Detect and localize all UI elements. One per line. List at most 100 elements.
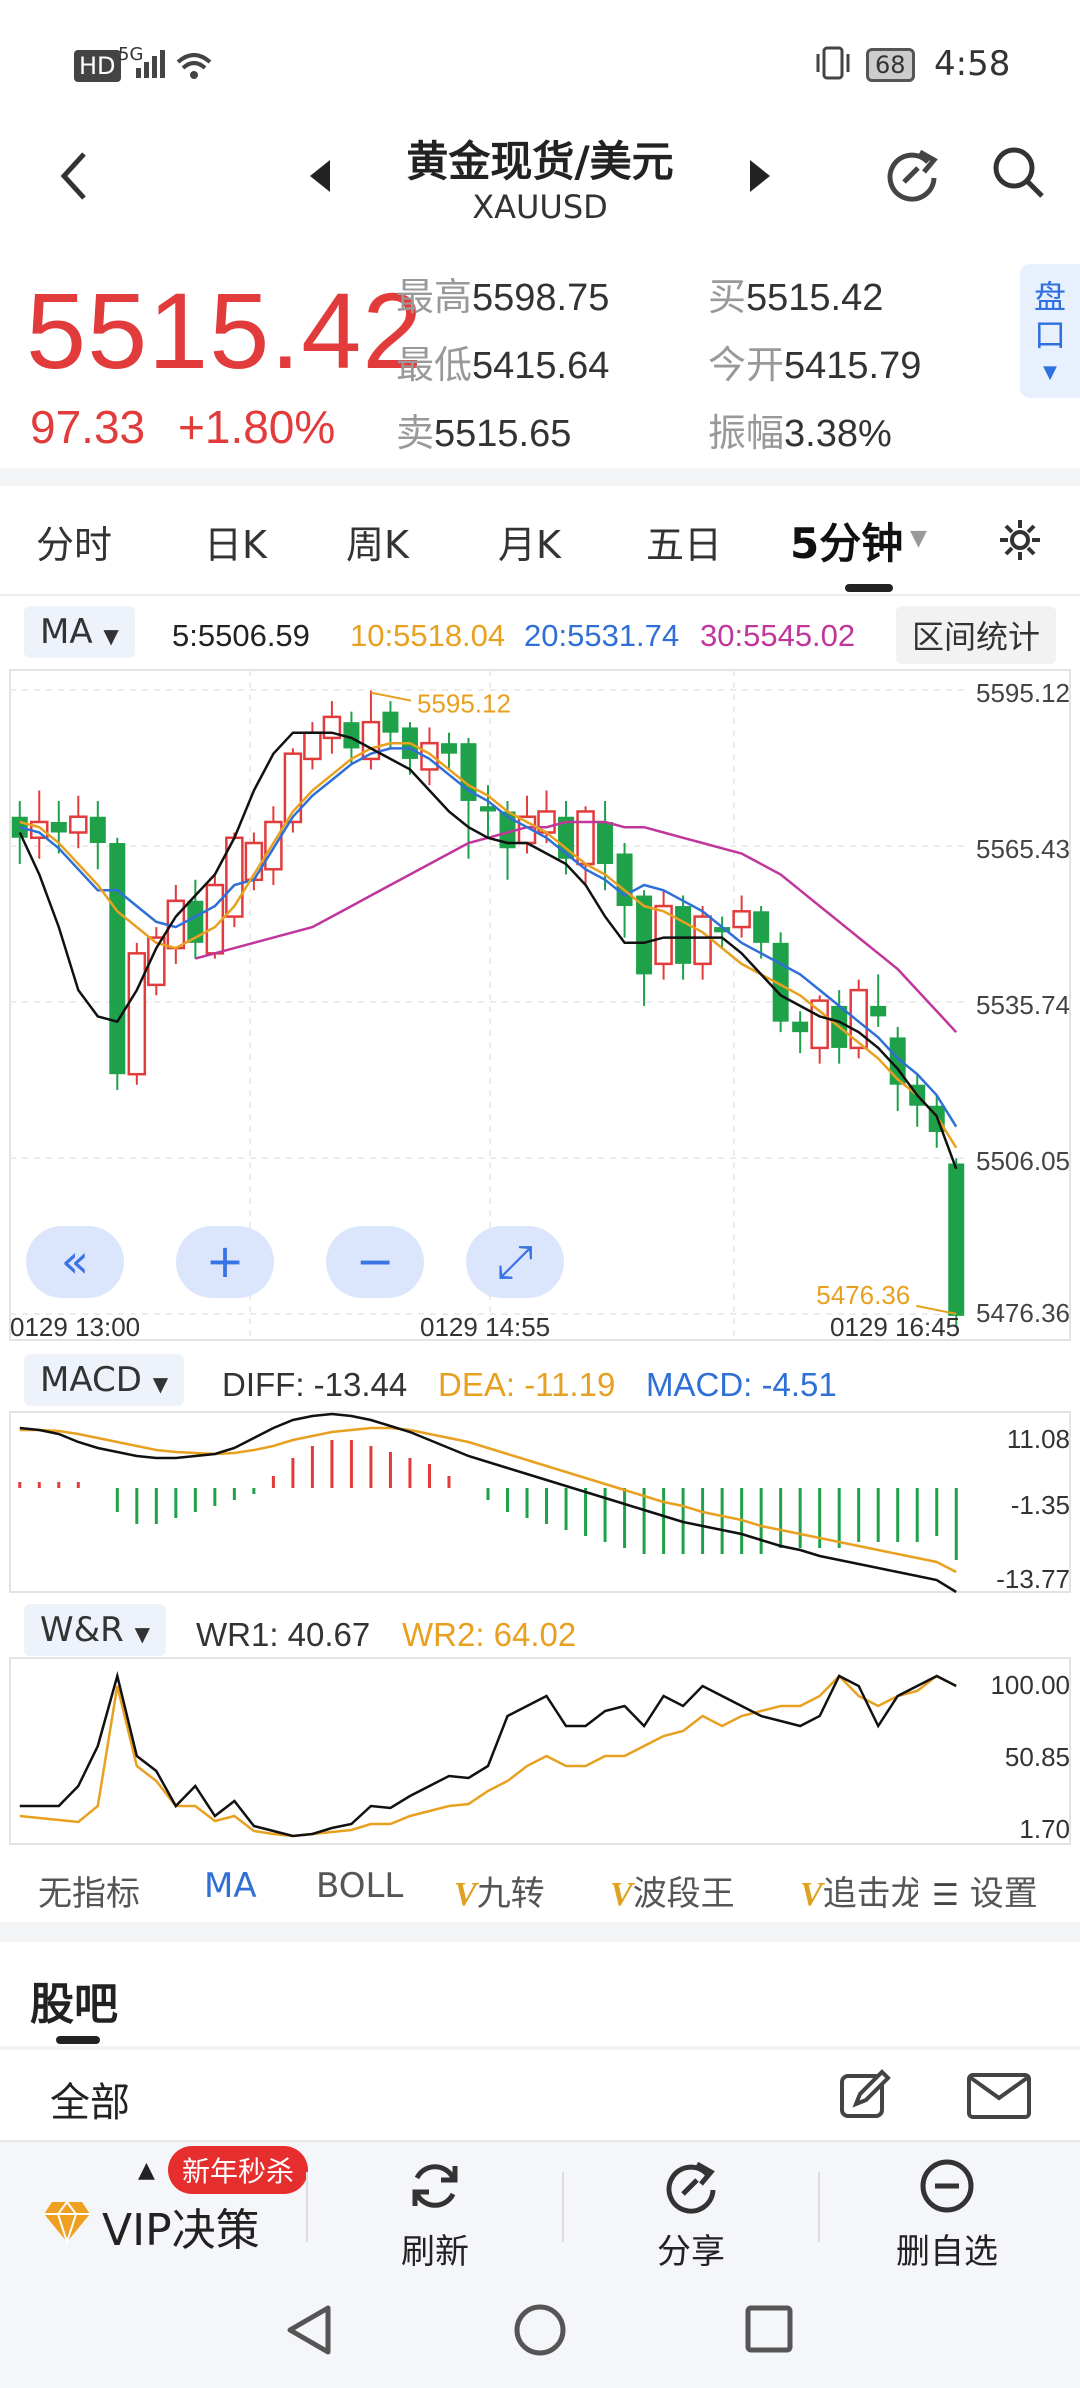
time-label-mid: 0129 14:55 [420, 1312, 550, 1342]
indicator-settings[interactable]: ☰ 设置 [928, 1866, 1038, 1915]
vip-v-icon: V [610, 1876, 633, 1913]
vip-decision-button[interactable]: VIP决策 [28, 2182, 308, 2262]
y-tick-label: 11.08 [1007, 1424, 1070, 1454]
time-label-start: 0129 13:00 [10, 1312, 140, 1342]
tab-monthly[interactable]: 月K [498, 514, 561, 569]
signal-wifi-icon [136, 50, 212, 79]
candle-down [792, 1021, 809, 1033]
candle-up [69, 815, 88, 834]
macd-legend: MACD ▼ DIFF: -13.44 DEA: -11.19 MACD: -4… [0, 1350, 1080, 1410]
open-stat: 今开5415.79 [708, 343, 922, 387]
vip-label: VIP决策 [102, 2205, 260, 2256]
wr-chart[interactable]: 100.00 50.85 1.70 [0, 1656, 1080, 1848]
wr1-value: WR1: 40.67 [196, 1616, 371, 1653]
order-book-button[interactable]: 盘口 ▼ [1020, 264, 1080, 398]
ma20-value: 20:5531.74 [524, 618, 680, 653]
chevron-down-icon: ▼ [1043, 362, 1057, 383]
range-stats-button[interactable]: 区间统计 [896, 606, 1057, 664]
vip-v-icon: V [800, 1876, 823, 1913]
tab-5min[interactable]: 5分钟 [790, 510, 903, 571]
buy-stat: 买5515.42 [708, 275, 884, 319]
y-tick-label: 100.00 [990, 1670, 1070, 1700]
max-price-label: 5595.12 [417, 689, 511, 719]
candle-down [109, 843, 126, 1075]
nav-home-icon[interactable] [512, 2302, 568, 2358]
tab-weekly[interactable]: 周K [346, 514, 409, 569]
indicator-boduanwang[interactable]: V波段王 [610, 1866, 735, 1915]
y-tick-label: 5595.12 [976, 678, 1070, 708]
minus-circle-icon [920, 2159, 974, 2213]
price-change: 97.33 [30, 401, 146, 453]
zoom-out-button[interactable]: − [326, 1226, 424, 1298]
tab-intraday[interactable]: 分时 [36, 514, 112, 569]
wr-legend: W&R ▼ WR1: 40.67 WR2: 64.02 [0, 1600, 1080, 1660]
tab-five-day[interactable]: 五日 [646, 514, 722, 569]
macd-selector[interactable]: MACD ▼ [24, 1354, 185, 1406]
ma-selector[interactable]: MA ▼ [24, 606, 135, 658]
divider [818, 2172, 820, 2242]
zoom-out-fast-button[interactable]: « [26, 1226, 124, 1298]
ma-legend: MA ▼ 5:5506.59 10:5518.04 20:5531.74 30:… [0, 600, 1080, 666]
divider [0, 468, 1080, 486]
prev-symbol-icon[interactable] [306, 156, 336, 196]
refresh-button[interactable]: 刷新 [350, 2156, 520, 2272]
buy-value: 5515.42 [746, 277, 884, 319]
quote-panel: 5515.42 97.33 +1.80% 最高5598.75 最低5415.64… [0, 250, 1080, 470]
fullscreen-button[interactable]: ⤢ [466, 1226, 564, 1298]
indicator-ma[interactable]: MA [204, 1866, 257, 1906]
chevron-down-icon[interactable]: ▼ [910, 526, 927, 551]
back-icon[interactable] [56, 148, 92, 204]
share-refresh-icon[interactable] [880, 142, 944, 206]
sell-value: 5515.65 [434, 413, 572, 455]
refresh-icon [412, 2164, 458, 2208]
diamond-icon [44, 2200, 90, 2244]
sliders-icon: ☰ [932, 1878, 959, 1913]
indicator-boll[interactable]: BOLL [316, 1866, 403, 1906]
indicator-jiuzhuan[interactable]: V九转 [454, 1866, 545, 1915]
clock: 4:58 [934, 44, 1011, 84]
candle-down [597, 821, 614, 865]
candle-up [693, 915, 712, 966]
vip-v-icon: V [454, 1876, 477, 1913]
diff-line [19, 1412, 957, 1594]
indicator-none[interactable]: 无指标 [38, 1866, 140, 1915]
low-stat: 最低5415.64 [396, 343, 610, 387]
remove-watchlist-button[interactable]: 删自选 [862, 2156, 1032, 2272]
max-marker-line [370, 691, 412, 702]
mail-icon[interactable] [966, 2072, 1032, 2120]
amplitude-stat: 振幅3.38% [708, 411, 892, 455]
nav-back-icon[interactable] [282, 2302, 336, 2358]
filter-all[interactable]: 全部 [50, 2070, 130, 2128]
macd-value: MACD: -4.51 [646, 1366, 837, 1403]
divider [562, 2172, 564, 2242]
candle-down [616, 853, 633, 907]
wr-selector[interactable]: W&R ▼ [24, 1604, 166, 1656]
promo-badge: 新年秒杀 [168, 2146, 309, 2194]
high-value: 5598.75 [472, 277, 610, 319]
gear-icon[interactable] [996, 516, 1044, 564]
compose-icon[interactable] [838, 2068, 892, 2122]
high-stat: 最高5598.75 [396, 275, 610, 319]
zoom-in-button[interactable]: + [176, 1226, 274, 1298]
caret-up-icon: ▲ [138, 2158, 155, 2183]
chart-frame [9, 1411, 1071, 1593]
search-icon[interactable] [988, 142, 1052, 206]
refresh-label: 刷新 [401, 2232, 469, 2272]
nav-recents-icon[interactable] [744, 2304, 794, 2354]
y-tick-label: 50.85 [1005, 1742, 1070, 1772]
candle-down [50, 821, 67, 833]
macd-chart[interactable]: 11.08 -1.35 -13.77 [0, 1408, 1080, 1594]
next-symbol-icon[interactable] [744, 156, 774, 196]
share-button[interactable]: 分享 [606, 2156, 776, 2272]
amplitude-value: 3.38% [784, 413, 892, 455]
share-icon [666, 2161, 716, 2214]
candle-down [753, 911, 770, 943]
wr2-line [19, 1674, 957, 1838]
y-tick-label: -13.77 [996, 1564, 1070, 1594]
candle-up [264, 820, 283, 871]
y-tick-label: 5565.43 [976, 834, 1070, 864]
tab-daily[interactable]: 日K [204, 514, 267, 569]
tab-indicator [845, 584, 893, 592]
y-tick-label: -1.35 [1011, 1490, 1070, 1520]
indicator-zhuijilong[interactable]: V追击龙 [800, 1866, 918, 1915]
